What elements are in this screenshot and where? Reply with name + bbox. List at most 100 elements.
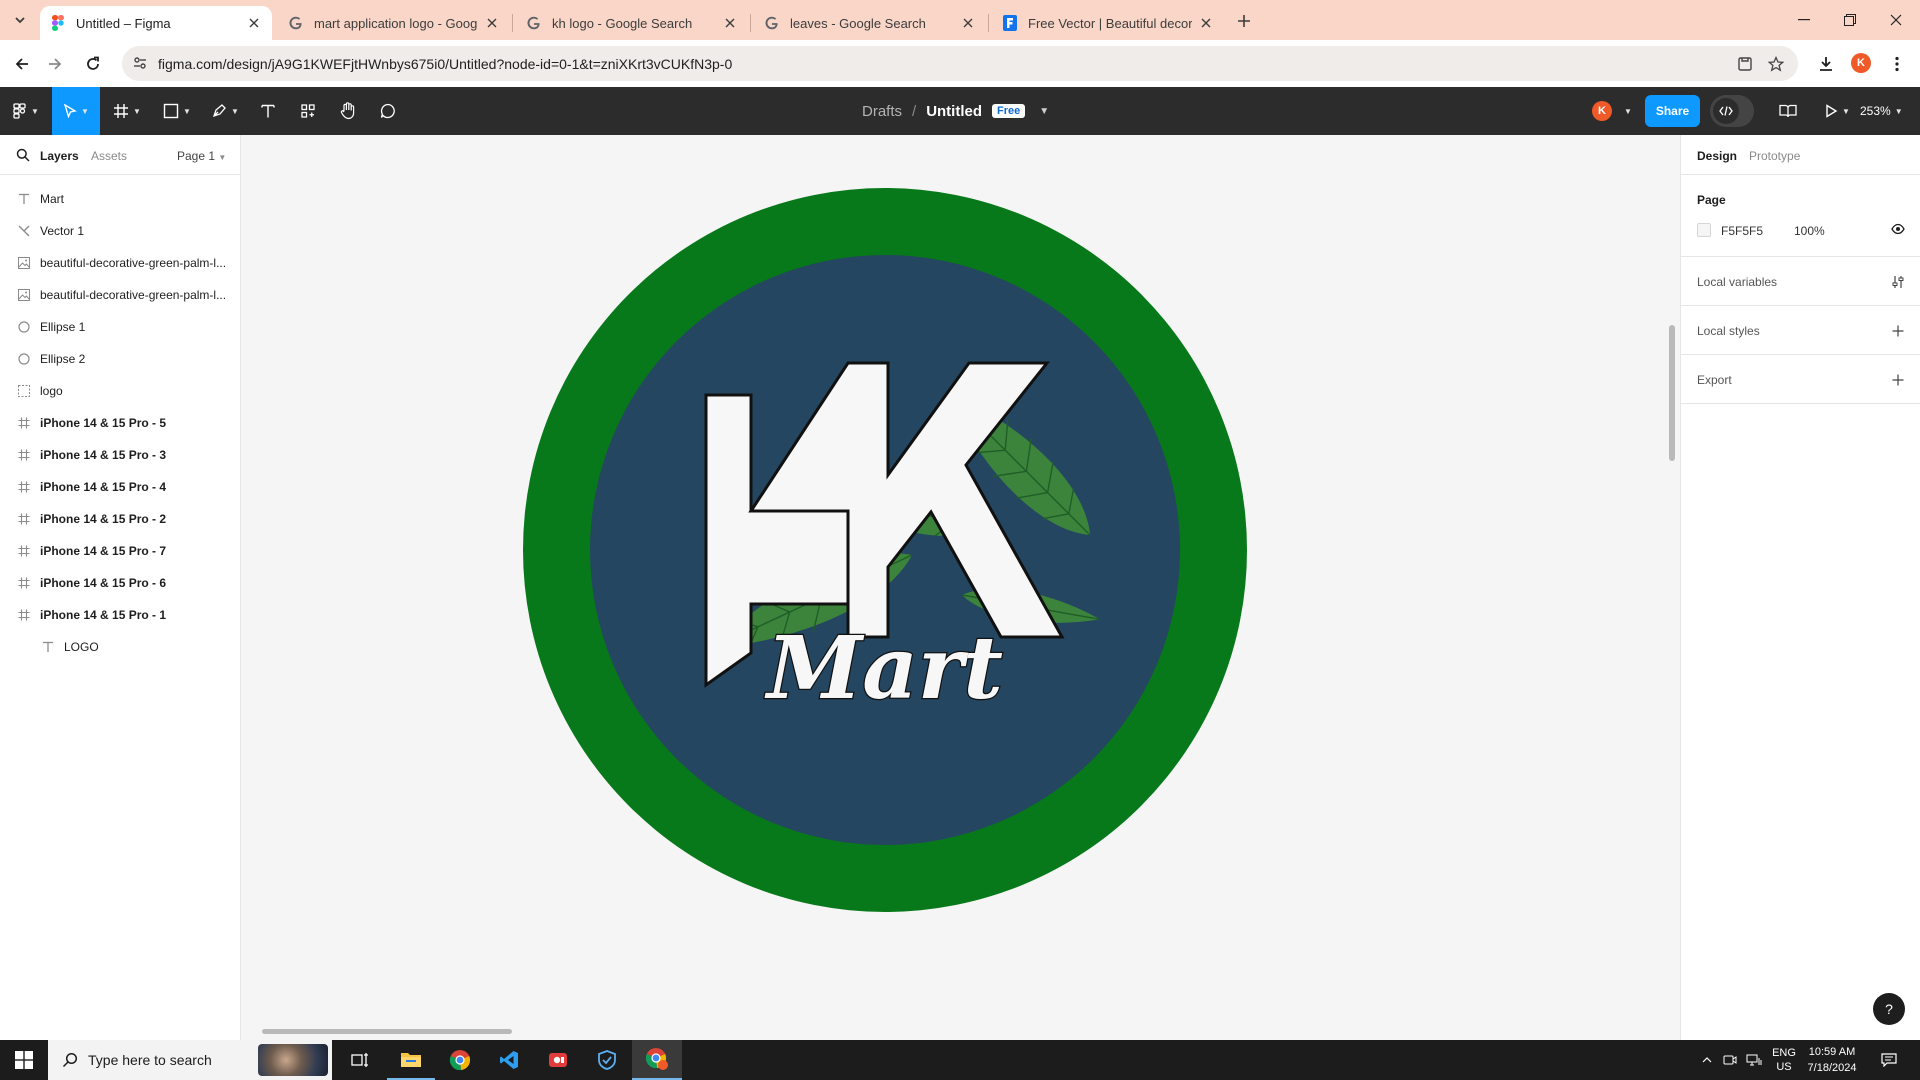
chrome-profile-app[interactable] — [632, 1040, 682, 1080]
plus-icon[interactable] — [1891, 324, 1905, 338]
logo-artwork[interactable]: Mart — [242, 135, 1679, 1040]
text-tool[interactable] — [252, 87, 284, 135]
omnibox[interactable]: figma.com/design/jA9G1KWEFjtHWnbys675i0/… — [122, 46, 1798, 81]
zoom-level[interactable]: 253% ▼ — [1860, 87, 1903, 135]
breadcrumb-drafts[interactable]: Drafts — [862, 103, 902, 120]
forward-button[interactable] — [40, 49, 70, 79]
layer-item[interactable]: iPhone 14 & 15 Pro - 1 — [0, 599, 241, 631]
close-icon[interactable] — [246, 15, 262, 31]
pen-tool[interactable]: ▼ — [206, 87, 244, 135]
export-label[interactable]: Export — [1697, 373, 1732, 387]
browser-tab-google-2[interactable]: kh logo - Google Search — [516, 6, 748, 40]
browser-tab-figma[interactable]: Untitled – Figma — [40, 6, 272, 40]
comment-tool[interactable] — [372, 87, 404, 135]
tab-separator — [750, 14, 751, 32]
layer-item[interactable]: Ellipse 1 — [0, 311, 241, 343]
language-indicator[interactable]: ENG US — [1770, 1040, 1798, 1080]
google-icon — [526, 15, 542, 31]
profile-avatar[interactable]: K — [1851, 53, 1871, 73]
layer-item[interactable]: iPhone 14 & 15 Pro - 6 — [0, 567, 241, 599]
move-tool[interactable]: ▼ — [52, 87, 100, 135]
shape-tool[interactable]: ▼ — [158, 87, 196, 135]
horizontal-scrollbar[interactable] — [262, 1029, 512, 1034]
vscode-app[interactable] — [485, 1040, 533, 1080]
close-icon[interactable] — [484, 15, 500, 31]
browser-menu-button[interactable] — [1882, 49, 1912, 79]
layer-item[interactable]: iPhone 14 & 15 Pro - 4 — [0, 471, 241, 503]
user-avatar[interactable]: K — [1592, 101, 1612, 121]
plan-badge[interactable]: Free — [992, 104, 1026, 118]
layer-item[interactable]: beautiful-decorative-green-palm-l... — [0, 247, 241, 279]
tab-assets[interactable]: Assets — [91, 149, 127, 163]
downloads-button[interactable] — [1811, 49, 1841, 79]
close-icon[interactable] — [1198, 15, 1214, 31]
share-button[interactable]: Share — [1645, 95, 1700, 127]
page-color-value[interactable]: F5F5F5 — [1721, 224, 1763, 238]
network-icon[interactable] — [1744, 1040, 1764, 1080]
page-opacity-value[interactable]: 100% — [1794, 224, 1825, 238]
help-button[interactable]: ? — [1873, 993, 1905, 1025]
main-menu-button[interactable]: ▼ — [6, 87, 46, 135]
layer-item[interactable]: iPhone 14 & 15 Pro - 7 — [0, 535, 241, 567]
eye-icon[interactable] — [1891, 223, 1905, 238]
layer-item[interactable]: Ellipse 2 — [0, 343, 241, 375]
layer-item[interactable]: iPhone 14 & 15 Pro - 2 — [0, 503, 241, 535]
bookmark-star-icon[interactable] — [1765, 53, 1787, 75]
site-info-icon[interactable] — [132, 55, 148, 71]
browser-tab-freepik[interactable]: Free Vector | Beautiful decorativ — [992, 6, 1224, 40]
install-app-icon[interactable] — [1734, 53, 1756, 75]
layer-item[interactable]: Mart — [0, 183, 241, 215]
tab-design[interactable]: Design — [1697, 149, 1737, 163]
file-explorer-app[interactable] — [387, 1040, 435, 1080]
sliders-icon[interactable] — [1891, 275, 1905, 289]
frame-tool[interactable]: ▼ — [108, 87, 146, 135]
page-selector[interactable]: Page 1 ▼ — [177, 149, 226, 163]
vertical-scrollbar[interactable] — [1669, 325, 1675, 461]
design-canvas[interactable]: Mart — [242, 135, 1679, 1040]
taskbar-search[interactable]: Type here to search — [48, 1040, 332, 1080]
security-app[interactable] — [583, 1040, 631, 1080]
page-color-swatch[interactable] — [1697, 223, 1711, 237]
vector-icon — [16, 223, 32, 239]
reload-button[interactable] — [78, 49, 108, 79]
tab-prototype[interactable]: Prototype — [1749, 149, 1800, 163]
start-button[interactable] — [0, 1040, 48, 1080]
layer-item[interactable]: beautiful-decorative-green-palm-l... — [0, 279, 241, 311]
search-icon[interactable] — [16, 148, 30, 165]
browser-tab-google-3[interactable]: leaves - Google Search — [754, 6, 986, 40]
dev-mode-toggle[interactable] — [1710, 95, 1754, 127]
screen-recorder-app[interactable] — [534, 1040, 582, 1080]
chevron-down-icon[interactable]: ▼ — [1039, 106, 1049, 117]
browser-tab-google-1[interactable]: mart application logo - Google — [278, 6, 510, 40]
close-window-button[interactable] — [1873, 0, 1919, 40]
task-view-button[interactable] — [336, 1040, 384, 1080]
close-icon[interactable] — [960, 15, 976, 31]
local-styles-label[interactable]: Local styles — [1697, 324, 1760, 338]
plus-icon[interactable] — [1891, 373, 1905, 387]
layer-item[interactable]: logo — [0, 375, 241, 407]
chevron-down-icon[interactable]: ▼ — [1624, 107, 1632, 116]
local-variables-label[interactable]: Local variables — [1697, 275, 1777, 289]
library-button[interactable] — [1772, 87, 1804, 135]
layer-item[interactable]: iPhone 14 & 15 Pro - 5 — [0, 407, 241, 439]
resources-tool[interactable] — [292, 87, 324, 135]
tab-search-button[interactable] — [8, 8, 32, 32]
layer-item[interactable]: LOGO — [0, 631, 241, 663]
notifications-icon[interactable] — [1872, 1040, 1906, 1080]
restore-button[interactable] — [1827, 0, 1873, 40]
layer-item[interactable]: Vector 1 — [0, 215, 241, 247]
present-button[interactable]: ▼ — [1820, 87, 1854, 135]
tab-layers[interactable]: Layers — [40, 149, 79, 163]
chevron-up-icon[interactable] — [1698, 1040, 1716, 1080]
meet-now-icon[interactable] — [1720, 1040, 1740, 1080]
back-button[interactable] — [7, 49, 37, 79]
hand-tool[interactable] — [332, 87, 364, 135]
file-name[interactable]: Untitled — [926, 103, 982, 120]
close-icon[interactable] — [722, 15, 738, 31]
new-tab-button[interactable] — [1232, 9, 1256, 33]
chrome-app[interactable] — [436, 1040, 484, 1080]
minimize-button[interactable] — [1781, 0, 1827, 40]
taskbar-clock[interactable]: 10:59 AM 7/18/2024 — [1800, 1044, 1864, 1076]
layer-item[interactable]: iPhone 14 & 15 Pro - 3 — [0, 439, 241, 471]
logo-mart-text[interactable]: Mart — [763, 617, 1004, 721]
